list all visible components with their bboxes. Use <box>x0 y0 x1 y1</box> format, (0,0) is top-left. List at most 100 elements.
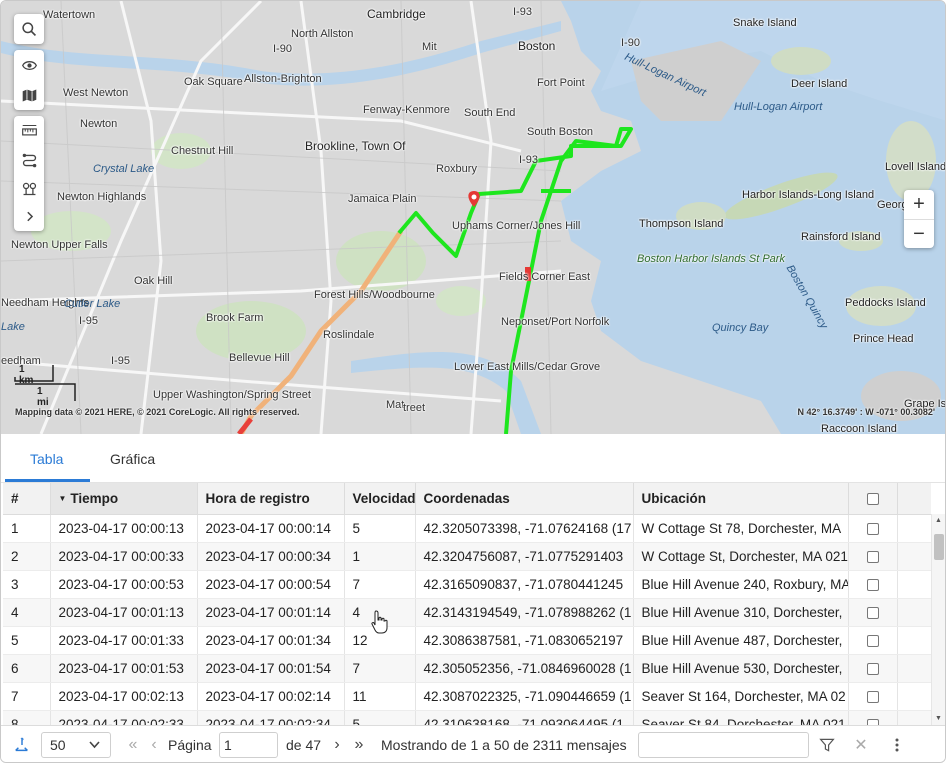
col-speed[interactable]: Velocidad <box>344 483 416 515</box>
eye-icon <box>21 60 37 70</box>
cell-filler <box>897 598 931 627</box>
cell-filler <box>897 542 931 571</box>
tab-table[interactable]: Tabla <box>30 434 63 483</box>
search-icon <box>21 21 36 36</box>
more-options-button[interactable] <box>888 726 906 762</box>
col-index[interactable]: # <box>3 483 51 515</box>
table-row[interactable]: 2 2023-04-17 00:00:33 2023-04-17 00:00:34 1… <box>3 542 931 571</box>
map-label: Neponset/Port Norfolk <box>501 316 610 328</box>
map-label: Fort Point <box>537 77 585 89</box>
table-row[interactable]: 4 2023-04-17 00:01:13 2023-04-17 00:01:14 4… <box>3 598 931 627</box>
cell-select <box>848 654 898 683</box>
cell-time: 2023-04-17 00:00:53 <box>50 570 198 599</box>
expand-toolbar-button[interactable] <box>14 202 44 230</box>
cell-speed: 5 <box>344 710 416 725</box>
map-tools-group <box>14 116 44 231</box>
map-label: Brook Farm <box>206 312 264 324</box>
cell-registered: 2023-04-17 00:01:34 <box>197 626 345 655</box>
cell-coordinates: 42.305052356, -71.0846960028 (1 <box>415 654 634 683</box>
map-copyright: Mapping data © 2021 HERE, © 2021 CoreLog… <box>15 407 300 417</box>
map-label: Snake Island <box>733 17 797 29</box>
table-row[interactable]: 6 2023-04-17 00:01:53 2023-04-17 00:01:54 7… <box>3 654 931 683</box>
cell-registered: 2023-04-17 00:01:14 <box>197 598 345 627</box>
markers-button[interactable] <box>14 174 44 202</box>
map-label: I-95 <box>79 315 98 327</box>
table-row[interactable]: 3 2023-04-17 00:00:53 2023-04-17 00:00:54 7… <box>3 570 931 599</box>
filter-button[interactable] <box>816 726 838 762</box>
map-label: South Boston <box>527 126 594 138</box>
map-label: Oak Square <box>184 76 243 88</box>
table-scrollbar[interactable]: ▲ ▼ <box>931 514 945 725</box>
cell-location: Blue Hill Avenue 310, Dorchester, <box>633 598 849 627</box>
table-row[interactable]: 1 2023-04-17 00:00:13 2023-04-17 00:00:14 5… <box>3 514 931 543</box>
row-checkbox[interactable] <box>866 578 879 591</box>
map-label: Roslindale <box>323 329 375 341</box>
active-tab-indicator <box>5 479 90 482</box>
map-label: Lovell Island <box>885 161 946 173</box>
row-checkbox[interactable] <box>866 662 879 675</box>
clear-filter-button[interactable]: ✕ <box>852 726 870 762</box>
messages-table: # ▼ Tiempo Hora de registro Velocidad Coo… <box>3 483 931 725</box>
row-checkbox[interactable] <box>866 634 879 647</box>
cell-speed: 7 <box>344 654 416 683</box>
chevron-right-icon <box>26 211 33 221</box>
map-label: West Newton <box>63 87 129 99</box>
cell-index: 7 <box>3 682 51 711</box>
select-all-checkbox[interactable] <box>866 493 879 506</box>
map-search-button[interactable] <box>14 14 44 44</box>
map-layers-button[interactable] <box>14 80 44 110</box>
last-page-button[interactable]: » <box>351 726 367 762</box>
map-label: Mat <box>386 399 405 411</box>
cell-index: 8 <box>3 710 51 725</box>
map-label: Boston Harbor Islands St Park <box>637 253 785 265</box>
cell-index: 3 <box>3 570 51 599</box>
row-checkbox[interactable] <box>866 606 879 619</box>
page-size-select[interactable]: 50 <box>41 732 111 758</box>
cell-select <box>848 570 898 599</box>
filter-input[interactable] <box>638 732 809 758</box>
col-location[interactable]: Ubicación <box>633 483 849 515</box>
scroll-thumb[interactable] <box>934 534 944 560</box>
cell-speed: 1 <box>344 542 416 571</box>
row-checkbox[interactable] <box>866 690 879 703</box>
measure-button[interactable] <box>14 116 44 146</box>
pagination-bar: ? 50 « ‹ Página de 47 › » Mostrando de 1… <box>1 725 945 762</box>
first-page-button[interactable]: « <box>125 726 141 762</box>
map-label: Bellevue Hill <box>229 352 290 364</box>
map-label: Allston-Brighton <box>244 73 322 85</box>
cell-speed: 11 <box>344 682 416 711</box>
scroll-down-icon[interactable]: ▼ <box>935 715 942 722</box>
tab-chart[interactable]: Gráfica <box>110 434 155 483</box>
page-number-input[interactable] <box>219 732 278 758</box>
zoom-in-button[interactable]: + <box>904 190 934 219</box>
cell-location: Blue Hill Avenue 240, Roxbury, MA <box>633 570 849 599</box>
map-view[interactable]: Watertown Cambridge Snake Island North Alls… <box>1 1 946 434</box>
row-checkbox[interactable] <box>866 550 879 563</box>
table-row[interactable]: 8 2023-04-17 00:02:33 2023-04-17 00:02:34 5… <box>3 710 931 725</box>
auto-size-columns-button[interactable]: ? <box>11 726 33 762</box>
col-coordinates[interactable]: Coordenadas <box>415 483 634 515</box>
map-label: Chestnut Hill <box>171 145 234 157</box>
cell-registered: 2023-04-17 00:00:34 <box>197 542 345 571</box>
next-page-button[interactable]: › <box>330 726 344 762</box>
visibility-button[interactable] <box>14 50 44 80</box>
cell-location: Seaver St 84, Dorchester, MA 021 <box>633 710 849 725</box>
map-label: Fields Corner East <box>499 271 591 283</box>
route-button[interactable] <box>14 146 44 174</box>
col-registered[interactable]: Hora de registro <box>197 483 345 515</box>
table-row[interactable]: 5 2023-04-17 00:01:33 2023-04-17 00:01:34 1… <box>3 626 931 655</box>
svg-text:?: ? <box>20 736 24 745</box>
table-row[interactable]: 7 2023-04-17 00:02:13 2023-04-17 00:02:14 1… <box>3 682 931 711</box>
cell-select <box>848 598 898 627</box>
zoom-out-button[interactable]: − <box>904 220 934 249</box>
cell-filler <box>897 682 931 711</box>
row-checkbox[interactable] <box>866 522 879 535</box>
map-label: I-93 <box>513 6 532 18</box>
scroll-up-icon[interactable]: ▲ <box>935 517 942 524</box>
map-label: Upper Washington/Spring Street <box>153 389 311 401</box>
map-label: Newton Highlands <box>57 191 147 203</box>
cell-location: Blue Hill Avenue 530, Dorchester, <box>633 654 849 683</box>
prev-page-button[interactable]: ‹ <box>147 726 161 762</box>
col-time[interactable]: ▼ Tiempo <box>50 483 198 515</box>
map-label: Georg <box>877 199 908 211</box>
